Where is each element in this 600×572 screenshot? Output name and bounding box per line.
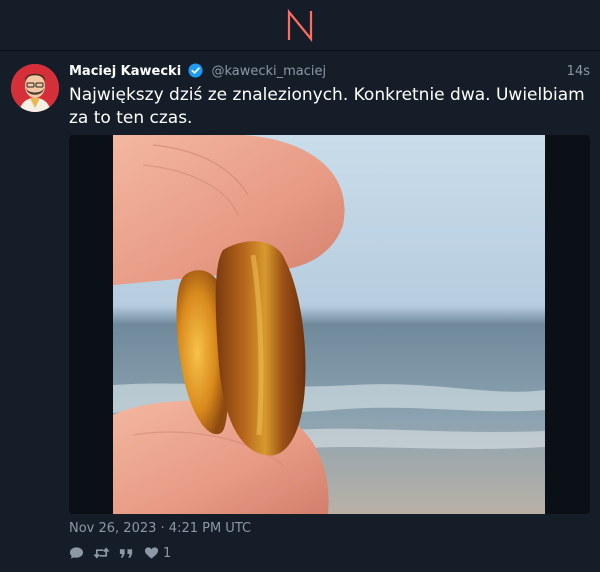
- retweet-icon[interactable]: [94, 546, 109, 560]
- tweet-date[interactable]: Nov 26, 2023 · 4:21 PM UTC: [69, 519, 251, 539]
- like-group[interactable]: 1: [144, 546, 171, 561]
- avatar-portrait-icon: [11, 64, 59, 112]
- top-navigation-bar: [0, 0, 600, 51]
- like-count: 1: [163, 545, 172, 561]
- heart-icon[interactable]: [144, 546, 159, 560]
- photo-amber-on-beach[interactable]: [113, 135, 545, 514]
- author-handle[interactable]: @kawecki_maciej: [211, 64, 326, 79]
- tweet-timestamp-relative[interactable]: 14s: [567, 62, 590, 82]
- verified-badge-icon: [188, 63, 203, 78]
- quote-icon[interactable]: [119, 546, 134, 560]
- tweet-header: Maciej Kawecki @kawecki_maciej 14s: [69, 62, 590, 82]
- author-name[interactable]: Maciej Kawecki: [69, 64, 181, 79]
- tweet-text: Największy dziś ze znalezionych. Konkret…: [69, 85, 585, 128]
- nitter-n-logo-icon[interactable]: [286, 9, 314, 42]
- tweet-media[interactable]: [69, 135, 590, 514]
- tweet-card[interactable]: Maciej Kawecki @kawecki_maciej 14s Najwi…: [0, 51, 600, 572]
- tweet-stats: 1: [69, 543, 171, 563]
- comment-icon[interactable]: [69, 546, 84, 560]
- avatar[interactable]: [11, 64, 59, 112]
